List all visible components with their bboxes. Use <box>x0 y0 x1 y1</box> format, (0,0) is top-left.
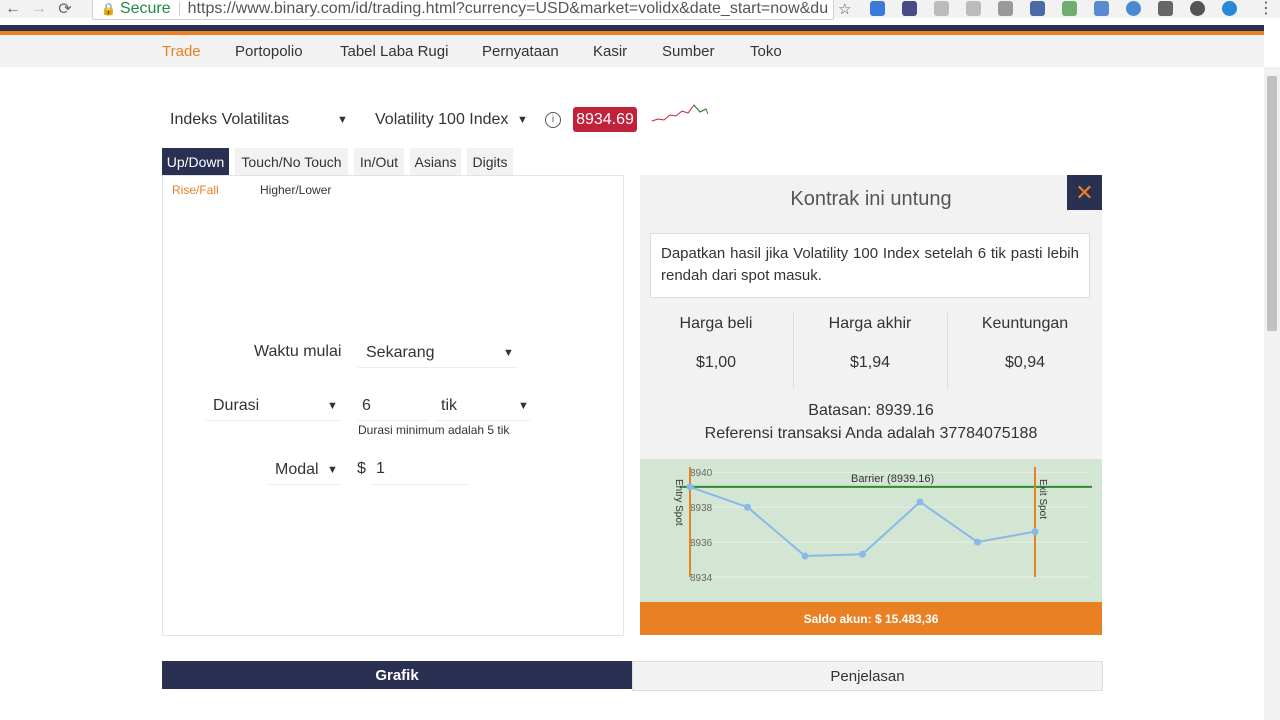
start-time-value: Sekarang <box>366 344 435 361</box>
underlying-select[interactable]: Volatility 100 Index <box>375 111 508 129</box>
extension-icon[interactable] <box>1222 1 1237 16</box>
info-icon[interactable]: i <box>545 112 561 128</box>
entry-spot-label: Entry Spot <box>673 479 684 526</box>
amount-value: 1 <box>376 460 385 477</box>
sparkline <box>651 104 709 122</box>
menu-item-trade[interactable]: Trade <box>162 43 201 60</box>
tab-in-out[interactable]: In/Out <box>354 148 404 175</box>
barrier-label: Barrier (8939.16) <box>851 473 934 485</box>
subtab-higher-lower[interactable]: Higher/Lower <box>260 183 331 197</box>
tab-explanation[interactable]: Penjelasan <box>632 661 1103 691</box>
profit-value: $0,94 <box>1004 354 1046 371</box>
subtab-rise-fall[interactable]: Rise/Fall <box>172 183 219 197</box>
bookmark-star-icon[interactable]: ☆ <box>838 0 851 18</box>
spot-price-badge: 8934.69 <box>573 107 637 132</box>
menu-item-statement[interactable]: Pernyataan <box>482 43 559 60</box>
tab-asians[interactable]: Asians <box>410 148 461 175</box>
extension-icon[interactable] <box>870 1 885 16</box>
final-price-label: Harga akhir <box>828 315 912 332</box>
data-point <box>916 498 924 506</box>
extension-icon[interactable] <box>1062 1 1077 16</box>
data-point <box>974 538 981 546</box>
account-balance-bar: Saldo akun: $ 15.483,36 <box>640 602 1102 635</box>
extension-icon[interactable] <box>998 1 1013 16</box>
menu-item-shop[interactable]: Toko <box>750 43 782 60</box>
tab-digits[interactable]: Digits <box>467 148 513 175</box>
data-point <box>686 483 694 491</box>
price-line <box>689 485 1036 558</box>
profit-label: Keuntungan <box>981 315 1069 332</box>
purchase-price-value: $1,00 <box>695 354 737 371</box>
extension-icon[interactable] <box>902 1 917 16</box>
chart-svg: 8940 8938 8936 8934 Barrier (8939.16) Entry S… <box>673 467 1092 584</box>
duration-label: Durasi <box>213 397 260 414</box>
menu-item-portfolio[interactable]: Portopolio <box>235 43 303 60</box>
address-bar[interactable]: 🔒 Secure https://www.binary.com/id/tradi… <box>92 0 834 20</box>
extension-icon[interactable] <box>934 1 949 16</box>
start-time-label: Waktu mulai <box>254 343 342 360</box>
duration-amount-value: 6 <box>362 397 371 414</box>
chevron-down-icon: ▼ <box>517 114 528 126</box>
secure-label: Secure <box>119 0 171 17</box>
y-tick-label: 8940 <box>690 468 713 479</box>
menu-item-cashier[interactable]: Kasir <box>593 43 627 60</box>
currency-symbol: $ <box>357 460 366 477</box>
menu-item-resources[interactable]: Sumber <box>662 43 715 60</box>
y-tick-label: 8934 <box>690 573 713 584</box>
y-tick-label: 8938 <box>690 503 713 514</box>
purchase-price-label: Harga beli <box>679 315 753 332</box>
chevron-down-icon: ▼ <box>327 464 338 476</box>
extension-icon[interactable] <box>1094 1 1109 16</box>
chevron-down-icon: ▼ <box>518 400 529 412</box>
scrollbar-thumb[interactable] <box>1267 76 1277 331</box>
extension-icon[interactable] <box>1158 1 1173 16</box>
tab-chart[interactable]: Grafik <box>162 661 632 689</box>
amount-input[interactable] <box>371 454 470 485</box>
exit-spot-label: Exit Spot <box>1037 479 1048 519</box>
extension-icon[interactable] <box>1126 1 1141 16</box>
market-category-select[interactable]: Indeks Volatilitas <box>170 111 289 129</box>
tab-up-down[interactable]: Up/Down <box>162 148 229 175</box>
data-point <box>744 503 751 511</box>
result-description: Dapatkan hasil jika Volatility 100 Index… <box>650 233 1090 298</box>
y-tick-label: 8936 <box>690 538 713 549</box>
browser-menu-icon[interactable]: ⋮ <box>1258 0 1274 18</box>
extension-icon[interactable] <box>1190 1 1205 16</box>
chevron-down-icon: ▼ <box>327 400 338 412</box>
extension-icon[interactable] <box>966 1 981 16</box>
transaction-reference: Referensi transaksi Anda adalah 37784075… <box>704 425 1038 442</box>
data-point <box>859 550 866 558</box>
chevron-down-icon: ▼ <box>503 347 514 359</box>
back-icon[interactable]: ← <box>0 0 26 18</box>
duration-hint: Durasi minimum adalah 5 tik <box>358 423 510 437</box>
menu-item-profit-table[interactable]: Tabel Laba Rugi <box>340 43 448 60</box>
contract-chart: 8940 8938 8936 8934 Barrier (8939.16) Entry S… <box>640 459 1102 602</box>
lock-icon: 🔒 <box>101 1 116 16</box>
data-point <box>801 552 809 560</box>
result-title: Kontrak ini untung <box>790 188 952 210</box>
final-price-value: $1,94 <box>849 354 891 371</box>
reload-icon[interactable]: ⟳ <box>52 0 78 19</box>
amount-type-value: Modal <box>275 461 319 478</box>
barrier-text: Batasan: 8939.16 <box>808 402 934 419</box>
url-text[interactable]: https://www.binary.com/id/trading.html?c… <box>188 0 828 18</box>
duration-unit-value: tik <box>441 397 457 414</box>
tab-touch-no-touch[interactable]: Touch/No Touch <box>235 148 348 175</box>
forward-icon[interactable]: → <box>26 0 52 18</box>
data-point <box>1031 528 1039 536</box>
extension-icon[interactable] <box>1030 1 1045 16</box>
chevron-down-icon: ▼ <box>337 114 348 126</box>
